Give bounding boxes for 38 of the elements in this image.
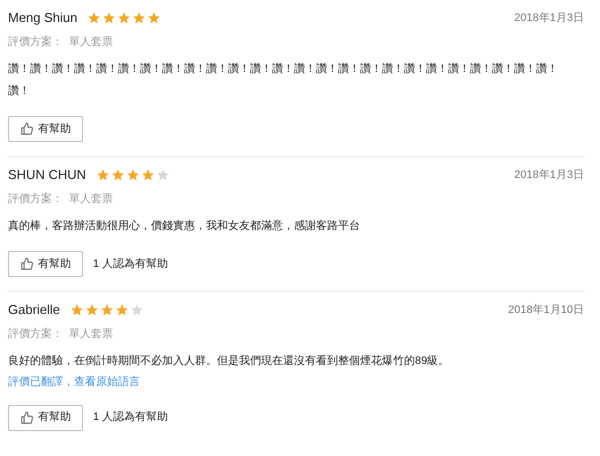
star-icon (85, 302, 100, 317)
helpful-count: 1 人認為有幫助 (93, 256, 168, 272)
star-icon (141, 168, 155, 182)
review-date: 2018年1月3日 (514, 10, 584, 26)
star-icon (70, 302, 84, 317)
plan-label: 評價方案： (8, 192, 63, 206)
helpful-button[interactable]: 有幫助 (8, 404, 83, 430)
review-text: 良好的體驗，在倒計時期間不必加入人群。但是我們現在還沒有看到整個煙花爆竹的89級。 (8, 354, 450, 369)
review-date: 2018年1月10日 (508, 302, 584, 318)
star-icon (126, 168, 140, 182)
helpful-button[interactable]: 有幫助 (8, 251, 83, 277)
helpful-button[interactable]: 有幫助 (8, 116, 83, 142)
reviewer-name: SHUN CHUN (8, 166, 86, 184)
star-icon (87, 10, 102, 25)
star-icon (156, 168, 170, 182)
plan-name: 單人套票 (69, 326, 113, 342)
reviewer-name: Meng Shiun (8, 9, 78, 27)
star-icon (96, 168, 110, 182)
plan-label: 評價方案： (8, 34, 63, 50)
star-icon (130, 302, 144, 317)
plan-name: 單人套票 (69, 192, 113, 206)
thumbs-up-icon (20, 122, 34, 136)
plan-label: 評價方案： (8, 326, 63, 342)
helpful-count: 1 人認為有幫助 (93, 410, 168, 426)
star-icon (147, 10, 162, 25)
star-icon (102, 10, 116, 25)
star-icon (115, 302, 130, 317)
plan-name: 單人套票 (69, 34, 113, 50)
star-icon (100, 302, 114, 317)
review-text: 真的棒，客路辦活動很用心，價錢實惠，我和女友都滿意，感謝客路平台 (8, 218, 361, 234)
star-icon (132, 10, 146, 25)
star-icon (111, 168, 125, 182)
star-icon (117, 10, 132, 25)
thumbs-up-icon (20, 257, 34, 271)
review-text: 讚！讚！讚！讚！讚！讚！讚！讚！讚！讚！讚！讚！讚！讚！讚！讚！讚！讚！讚！讚！讚！讚！讚！讚！讚！讚！ (8, 62, 559, 99)
thumbs-up-icon (20, 410, 34, 424)
review-date: 2018年1月3日 (514, 168, 584, 182)
reviewer-name: Gabrielle (8, 301, 60, 319)
